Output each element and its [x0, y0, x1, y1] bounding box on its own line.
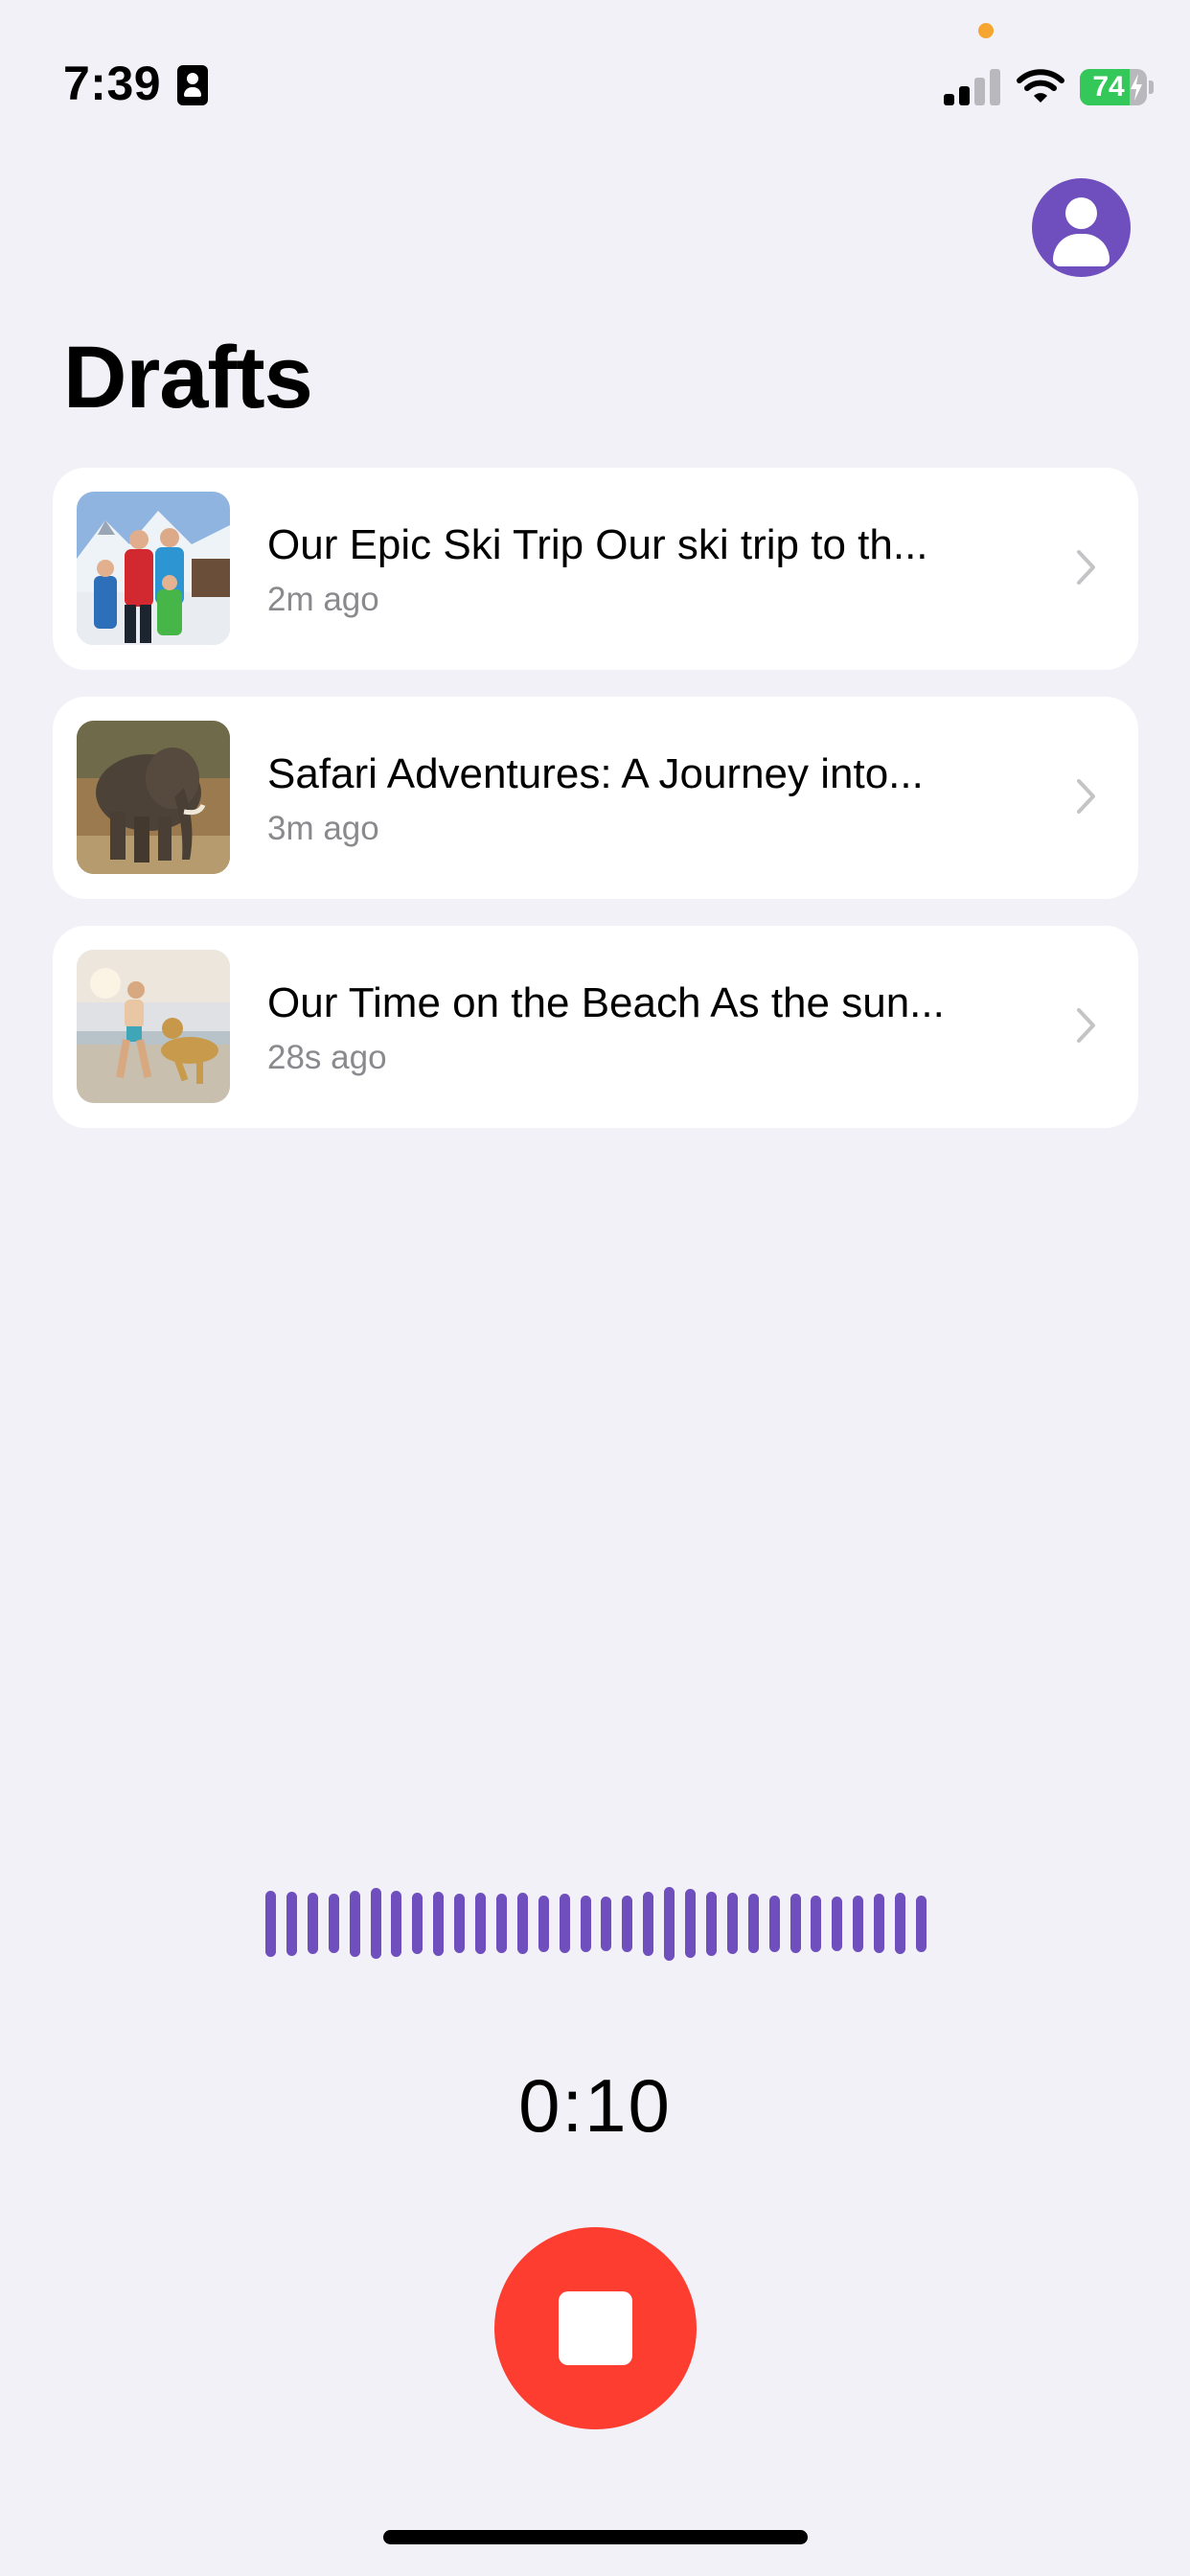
waveform-bar	[643, 1892, 653, 1956]
draft-timestamp: 2m ago	[267, 581, 379, 618]
waveform-bar	[916, 1896, 927, 1952]
draft-timestamp: 3m ago	[267, 810, 379, 847]
waveform-bar	[308, 1893, 318, 1954]
waveform-bar	[769, 1896, 780, 1952]
waveform-bar	[664, 1887, 675, 1961]
waveform-bar	[685, 1889, 696, 1958]
waveform-bar	[811, 1896, 821, 1952]
waveform-bar	[538, 1896, 549, 1952]
home-indicator	[383, 2530, 808, 2544]
person-icon	[1065, 197, 1097, 229]
chevron-right-icon	[1077, 1008, 1095, 1043]
contact-card-icon	[177, 65, 208, 105]
draft-title: Our Epic Ski Trip Our ski trip to th...	[267, 521, 928, 568]
waveform-bar	[706, 1892, 717, 1956]
waveform-bar	[454, 1894, 465, 1953]
waveform-bar	[517, 1893, 528, 1954]
drafts-list: Our Epic Ski Trip Our ski trip to th... …	[53, 468, 1138, 1155]
draft-list-item[interactable]: Our Epic Ski Trip Our ski trip to th... …	[53, 468, 1138, 670]
waveform-bar	[433, 1892, 444, 1956]
stop-icon	[559, 2291, 632, 2365]
waveform-bar	[286, 1892, 297, 1956]
chevron-right-icon	[1077, 550, 1095, 585]
status-bar: 7:39 74	[0, 0, 1190, 144]
waveform-bar	[350, 1891, 360, 1957]
waveform-bar	[832, 1897, 842, 1951]
battery-icon: 74	[1080, 69, 1147, 105]
draft-thumbnail-ski	[77, 492, 230, 645]
charging-bolt-icon	[1131, 74, 1142, 101]
waveform-bar	[622, 1896, 632, 1952]
waveform-bar	[475, 1893, 486, 1954]
waveform-bar	[371, 1888, 381, 1959]
status-time: 7:39	[63, 57, 162, 110]
draft-title: Our Time on the Beach As the sun...	[267, 979, 945, 1026]
audio-waveform	[265, 1861, 927, 1986]
waveform-bar	[895, 1893, 905, 1954]
recording-timer: 0:10	[518, 2063, 672, 2148]
stop-recording-button[interactable]	[494, 2227, 697, 2429]
wifi-icon	[1017, 69, 1064, 103]
draft-list-item[interactable]: Our Time on the Beach As the sun... 28s …	[53, 926, 1138, 1128]
waveform-bar	[748, 1894, 759, 1953]
waveform-bar	[265, 1891, 276, 1957]
waveform-bar	[601, 1897, 611, 1951]
waveform-bar	[874, 1894, 884, 1953]
profile-button[interactable]	[1032, 178, 1131, 277]
waveform-bar	[391, 1891, 401, 1957]
privacy-indicator-dot	[978, 23, 994, 38]
page-title: Drafts	[63, 329, 313, 426]
waveform-bar	[329, 1894, 339, 1953]
draft-timestamp: 28s ago	[267, 1039, 387, 1076]
waveform-bar	[412, 1893, 423, 1954]
waveform-bar	[727, 1893, 738, 1954]
battery-level: 74	[1092, 71, 1125, 103]
waveform-bar	[581, 1896, 591, 1952]
draft-list-item[interactable]: Safari Adventures: A Journey into... 3m …	[53, 697, 1138, 899]
waveform-bar	[496, 1894, 507, 1953]
draft-thumbnail-beach	[77, 950, 230, 1103]
waveform-bar	[853, 1896, 863, 1952]
chevron-right-icon	[1077, 779, 1095, 814]
battery-cap	[1149, 80, 1154, 94]
waveform-bar	[560, 1894, 570, 1953]
draft-title: Safari Adventures: A Journey into...	[267, 750, 924, 797]
cellular-signal-icon	[944, 67, 1001, 105]
draft-thumbnail-elephant	[77, 721, 230, 874]
waveform-bar	[790, 1894, 801, 1953]
